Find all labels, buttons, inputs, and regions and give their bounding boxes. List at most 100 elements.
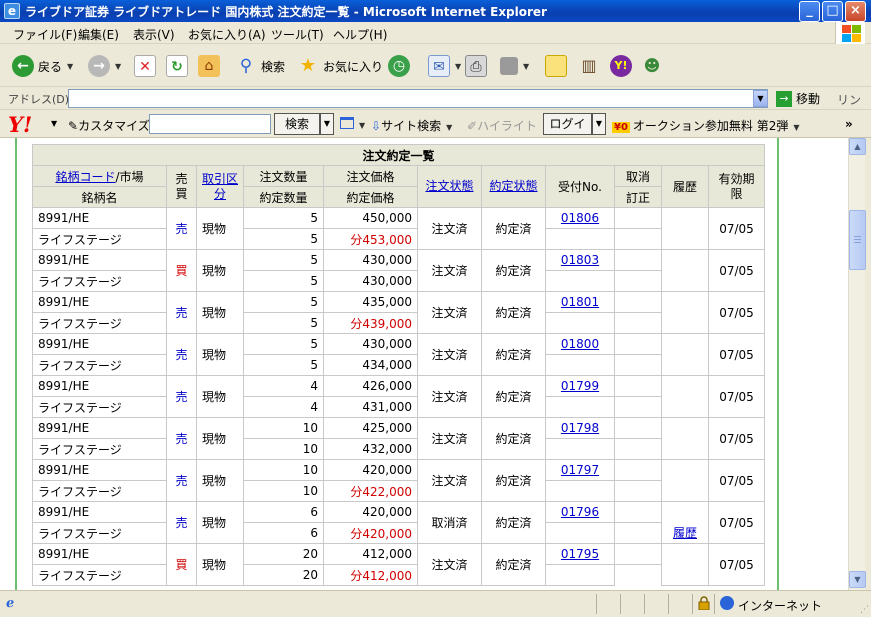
row-side: 買 bbox=[166, 249, 197, 292]
home-button[interactable]: ⌂ bbox=[198, 54, 220, 78]
row-order-qty: 5 bbox=[243, 333, 324, 355]
address-dropdown-button[interactable]: ▼ bbox=[753, 90, 768, 107]
order-rows: 8991/HE 売現物 5 450,000 注文済 約定済 01806 07/05 ライフステー… bbox=[32, 207, 765, 586]
row-order-status: 注文済 bbox=[417, 459, 482, 502]
yahoo-search-input[interactable] bbox=[149, 114, 271, 134]
menu-favorites[interactable]: お気に入り(A) bbox=[188, 26, 266, 43]
row-cancel bbox=[614, 207, 662, 229]
row-trade-type: 現物 bbox=[196, 417, 244, 460]
row-expiry: 07/05 bbox=[708, 501, 765, 544]
resize-grip[interactable]: ⋰ bbox=[860, 605, 869, 615]
minimize-button[interactable]: _ bbox=[799, 1, 820, 22]
address-label: アドレス(D) bbox=[8, 93, 70, 106]
row-exec-status: 約定済 bbox=[481, 291, 546, 334]
chevron-down-icon[interactable]: ▼ bbox=[51, 119, 57, 128]
print-button[interactable]: ⎙ bbox=[465, 54, 487, 78]
receipt-link[interactable]: 01801 bbox=[561, 295, 599, 309]
history-button[interactable]: ◷ bbox=[388, 54, 410, 78]
research-icon: ▥ bbox=[581, 56, 597, 75]
mail-button[interactable]: ✉ ▼ bbox=[428, 54, 461, 78]
row-name: ライフステージ bbox=[32, 480, 167, 502]
menu-tools[interactable]: ツール(T) bbox=[271, 26, 324, 43]
row-code: 8991/HE bbox=[32, 249, 167, 271]
receipt-link[interactable]: 01800 bbox=[561, 337, 599, 351]
yahoo-logo[interactable]: Y! bbox=[8, 112, 32, 137]
yahoo-toolbar: Y! ▼ ✎カスタマイズ 検索 ▼ ▼ ⇩サイト検索▼ ✐ハイライト ログイン … bbox=[0, 111, 871, 151]
menu-help[interactable]: ヘルプ(H) bbox=[333, 26, 387, 43]
row-trade-type: 現物 bbox=[196, 501, 244, 544]
standard-toolbar: ← 戻る ▼ → ▼ ✕ ↻ ⌂ ⚲ 検索 ★ お気に入り ◷ ✉ ▼ ⎙ ▼ … bbox=[0, 45, 871, 87]
customize-button[interactable]: ✎カスタマイズ bbox=[68, 117, 150, 134]
frame-border-left bbox=[15, 138, 17, 590]
sort-code-link[interactable]: 銘柄コード bbox=[55, 170, 115, 184]
history-link[interactable]: 履歴 bbox=[673, 526, 697, 540]
window-icon-button[interactable]: ▼ bbox=[340, 117, 365, 131]
receipt-link[interactable]: 01798 bbox=[561, 421, 599, 435]
row-modify bbox=[545, 438, 615, 460]
sort-order-status-link[interactable]: 注文状態 bbox=[425, 179, 473, 193]
refresh-button[interactable]: ↻ bbox=[166, 54, 188, 78]
header-order-price: 注文価格 bbox=[323, 165, 418, 187]
login-dropdown[interactable]: ▼ bbox=[592, 113, 606, 135]
maximize-button[interactable]: □ bbox=[822, 1, 843, 22]
header-modify: 訂正 bbox=[614, 186, 662, 208]
site-search-button[interactable]: ⇩サイト検索 ▼ bbox=[371, 117, 452, 134]
row-trade-type: 現物 bbox=[196, 291, 244, 334]
row-cancel bbox=[614, 375, 662, 397]
receipt-link[interactable]: 01797 bbox=[561, 463, 599, 477]
highlight-button[interactable]: ✐ハイライト bbox=[467, 117, 537, 134]
sort-trade-type-link[interactable]: 取引区分 bbox=[202, 172, 238, 201]
row-modify bbox=[545, 228, 615, 250]
row-exec-qty: 5 bbox=[243, 312, 324, 334]
toolbar-overflow-button[interactable]: » bbox=[845, 117, 853, 131]
search-button[interactable]: ⚲ 検索 bbox=[235, 54, 285, 78]
messenger-button[interactable]: Y! bbox=[610, 54, 632, 78]
row-order-qty: 10 bbox=[243, 459, 324, 481]
row-order-price: 435,000 bbox=[323, 291, 418, 313]
scroll-down-button[interactable]: ▼ bbox=[849, 571, 866, 588]
row-trade-type: 現物 bbox=[196, 543, 244, 586]
address-input[interactable] bbox=[68, 89, 768, 108]
row-cancel bbox=[614, 249, 662, 271]
favorites-button[interactable]: ★ お気に入り bbox=[297, 54, 383, 78]
close-button[interactable]: × bbox=[845, 1, 866, 22]
receipt-link[interactable]: 01795 bbox=[561, 547, 599, 561]
menu-view[interactable]: 表示(V) bbox=[133, 26, 175, 43]
receipt-link[interactable]: 01799 bbox=[561, 379, 599, 393]
row-order-status: 注文済 bbox=[417, 207, 482, 250]
row-code: 8991/HE bbox=[32, 417, 167, 439]
scroll-up-button[interactable]: ▲ bbox=[849, 138, 866, 155]
go-button[interactable]: → 移動 bbox=[776, 90, 820, 107]
messenger-people-icon: ☻ bbox=[643, 56, 661, 75]
auction-link[interactable]: ¥0 オークション参加無料 第2弾 ▼ bbox=[612, 117, 800, 134]
row-exec-qty: 5 bbox=[243, 354, 324, 376]
row-code: 8991/HE bbox=[32, 501, 167, 523]
row-modify bbox=[545, 354, 615, 376]
msn-messenger-button[interactable]: ☻ bbox=[641, 54, 663, 78]
receipt-link[interactable]: 01796 bbox=[561, 505, 599, 519]
row-name: ライフステージ bbox=[32, 312, 167, 334]
lock-icon bbox=[698, 596, 710, 610]
row-order-status: 取消済 bbox=[417, 501, 482, 544]
menu-edit[interactable]: 編集(E) bbox=[78, 26, 119, 43]
scroll-thumb[interactable] bbox=[849, 210, 866, 270]
edit-button[interactable]: ▼ bbox=[500, 54, 529, 78]
sort-exec-status-link[interactable]: 約定状態 bbox=[489, 179, 537, 193]
discuss-button[interactable] bbox=[545, 54, 567, 78]
yahoo-search-dropdown[interactable]: ▼ bbox=[320, 113, 334, 135]
research-button[interactable]: ▥ bbox=[578, 54, 600, 78]
back-button[interactable]: ← 戻る ▼ bbox=[12, 54, 73, 78]
login-button[interactable]: ログイン bbox=[543, 113, 592, 151]
row-exec-price: 分420,000 bbox=[323, 522, 418, 544]
vertical-scrollbar[interactable]: ▲ ▼ bbox=[848, 138, 866, 590]
forward-button[interactable]: → ▼ bbox=[88, 54, 121, 78]
row-order-qty: 5 bbox=[243, 291, 324, 313]
header-exec-status: 約定状態 bbox=[481, 165, 546, 208]
menu-file[interactable]: ファイル(F) bbox=[13, 26, 77, 43]
header-trade-type: 取引区分 bbox=[196, 165, 244, 208]
stop-button[interactable]: ✕ bbox=[134, 54, 156, 78]
yahoo-search-button[interactable]: 検索 bbox=[274, 113, 320, 135]
receipt-link[interactable]: 01803 bbox=[561, 253, 599, 267]
row-exec-status: 約定済 bbox=[481, 333, 546, 376]
receipt-link[interactable]: 01806 bbox=[561, 211, 599, 225]
